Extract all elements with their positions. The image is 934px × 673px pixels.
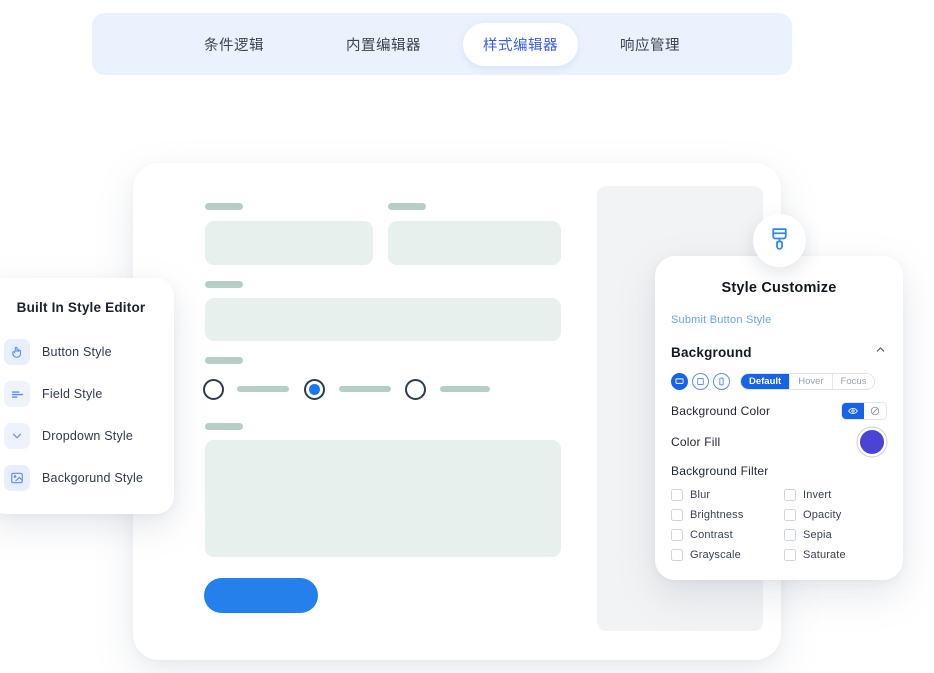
field-label-placeholder	[205, 423, 243, 430]
checkbox[interactable]	[671, 509, 683, 521]
state-default[interactable]: Default	[741, 374, 791, 389]
filter-option-brightness[interactable]: Brightness	[671, 506, 774, 524]
device-mobile-icon[interactable]	[713, 373, 730, 390]
tab-conditional-logic[interactable]: 条件逻辑	[184, 23, 284, 66]
sidebar-title: Built In Style Editor	[16, 300, 146, 315]
top-tabbar: 条件逻辑 内置编辑器 样式编辑器 响应管理	[92, 13, 792, 75]
color-fill-label: Color Fill	[671, 435, 721, 449]
filter-option-opacity[interactable]: Opacity	[784, 506, 887, 524]
builtin-style-editor-panel: Built In Style Editor Button Style Field…	[0, 278, 174, 514]
background-filter-label: Background Filter	[671, 464, 769, 478]
filter-option-label: Invert	[803, 489, 832, 501]
chevron-down-icon	[4, 423, 30, 449]
filter-option-label: Sepia	[803, 529, 832, 541]
sidebar-item-button-style[interactable]: Button Style	[0, 335, 174, 369]
image-icon	[4, 465, 30, 491]
filter-option-label: Brightness	[690, 509, 744, 521]
radio-label-placeholder	[339, 386, 391, 392]
no-fill-icon[interactable]	[864, 403, 886, 419]
tab-builtin-editor[interactable]: 内置编辑器	[326, 23, 441, 66]
paint-brush-icon	[767, 226, 792, 256]
filter-option-label: Contrast	[690, 529, 733, 541]
field-label-placeholder	[205, 281, 243, 288]
visibility-toggle-group	[841, 402, 887, 420]
sidebar-item-label: Field Style	[42, 387, 103, 401]
filter-option-label: Saturate	[803, 549, 846, 561]
sidebar-item-background-style[interactable]: Backgorund Style	[0, 461, 174, 495]
sidebar-item-label: Dropdown Style	[42, 429, 134, 443]
click-hand-icon	[4, 339, 30, 365]
radio-option-2[interactable]	[304, 379, 325, 400]
background-section-header[interactable]: Background	[671, 343, 887, 361]
filter-option-sepia[interactable]: Sepia	[784, 526, 887, 544]
radio-label-placeholder	[440, 386, 490, 392]
field-label-placeholder	[388, 203, 426, 210]
sidebar-item-label: Backgorund Style	[42, 471, 144, 485]
checkbox[interactable]	[784, 509, 796, 521]
checkbox[interactable]	[671, 549, 683, 561]
device-desktop-icon[interactable]	[671, 373, 688, 390]
filter-option-invert[interactable]: Invert	[784, 486, 887, 504]
textarea-placeholder[interactable]	[205, 440, 561, 557]
sidebar-item-field-style[interactable]: Field Style	[0, 377, 174, 411]
state-focus[interactable]: Focus	[832, 374, 875, 389]
background-filter-options: Blur Invert Brightness Opacity Contrast …	[671, 486, 887, 564]
style-customize-title: Style Customize	[721, 280, 837, 296]
checkbox[interactable]	[671, 489, 683, 501]
chevron-up-icon[interactable]	[874, 343, 887, 361]
filter-option-label: Opacity	[803, 509, 842, 521]
field-input-placeholder[interactable]	[205, 221, 373, 265]
color-fill-row: Color Fill	[671, 430, 887, 454]
radio-option-1[interactable]	[203, 379, 224, 400]
screen-root: 条件逻辑 内置编辑器 样式编辑器 响应管理 Built In Style Edi…	[0, 0, 934, 673]
background-section-label: Background	[671, 344, 752, 360]
field-input-placeholder[interactable]	[205, 298, 561, 341]
filter-option-grayscale[interactable]: Grayscale	[671, 546, 774, 564]
background-color-row: Background Color	[671, 401, 887, 421]
tab-style-editor[interactable]: 样式编辑器	[463, 22, 578, 66]
device-tablet-icon[interactable]	[692, 373, 709, 390]
device-and-state-row: Default Hover Focus	[671, 373, 887, 390]
filter-option-saturate[interactable]: Saturate	[784, 546, 887, 564]
filter-option-blur[interactable]: Blur	[671, 486, 774, 504]
paint-brush-badge[interactable]	[753, 214, 806, 267]
filter-option-label: Grayscale	[690, 549, 741, 561]
sidebar-item-label: Button Style	[42, 345, 112, 359]
field-input-placeholder[interactable]	[388, 221, 561, 265]
state-toggle-group: Default Hover Focus	[740, 373, 876, 390]
state-hover[interactable]: Hover	[790, 374, 833, 389]
tab-response-management[interactable]: 响应管理	[600, 23, 700, 66]
checkbox[interactable]	[784, 549, 796, 561]
eye-icon[interactable]	[842, 403, 864, 419]
submit-button-style-link[interactable]: Submit Button Style	[671, 314, 887, 326]
color-fill-swatch[interactable]	[860, 430, 884, 454]
field-lines-icon	[4, 381, 30, 407]
checkbox[interactable]	[784, 529, 796, 541]
radio-label-placeholder	[237, 386, 289, 392]
radio-option-3[interactable]	[405, 379, 426, 400]
field-label-placeholder	[205, 203, 243, 210]
filter-option-label: Blur	[690, 489, 711, 501]
sidebar-item-dropdown-style[interactable]: Dropdown Style	[0, 419, 174, 453]
submit-button-preview[interactable]	[204, 578, 318, 613]
checkbox[interactable]	[671, 529, 683, 541]
style-customize-panel: Style Customize Submit Button Style Back…	[655, 256, 903, 580]
checkbox[interactable]	[784, 489, 796, 501]
field-label-placeholder	[205, 357, 243, 364]
background-color-label: Background Color	[671, 404, 771, 418]
filter-option-contrast[interactable]: Contrast	[671, 526, 774, 544]
